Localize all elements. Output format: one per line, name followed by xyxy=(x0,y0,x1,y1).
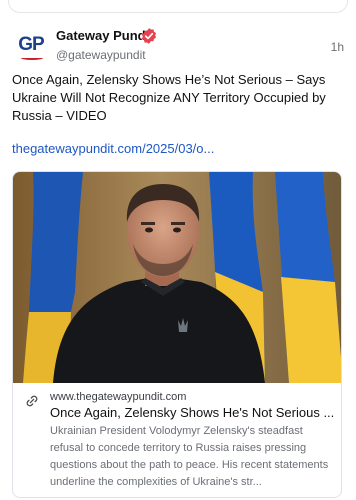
link-preview-image[interactable] xyxy=(13,172,341,383)
post-link[interactable]: thegatewaypundit.com/2025/03/o... xyxy=(12,140,346,158)
link-preview-description: Ukrainian President Volodymyr Zelensky's… xyxy=(50,425,329,488)
logo-swoosh-icon xyxy=(21,56,43,60)
post-text: Once Again, Zelensky Shows He’s Not Seri… xyxy=(12,72,326,123)
previous-post-frame xyxy=(8,0,348,13)
verified-badge-icon xyxy=(141,28,157,44)
post-header: GP Gateway Pundit @gatewaypundit 1h xyxy=(12,28,344,68)
link-icon xyxy=(26,395,38,407)
post-timestamp[interactable]: 1h xyxy=(331,40,344,54)
link-preview-card[interactable]: www.thegatewaypundit.com Once Again, Zel… xyxy=(12,171,342,498)
avatar-logo-text: GP xyxy=(18,34,44,55)
author-name[interactable]: Gateway Pundit xyxy=(56,28,154,43)
link-preview-title[interactable]: Once Again, Zelensky Shows He's Not Seri… xyxy=(50,405,336,420)
post[interactable]: GP Gateway Pundit @gatewaypundit 1h Once… xyxy=(0,14,356,500)
avatar[interactable]: GP xyxy=(12,28,50,66)
author-handle[interactable]: @gatewaypundit xyxy=(56,48,146,62)
link-preview-domain: www.thegatewaypundit.com xyxy=(50,391,187,403)
link-preview-details: www.thegatewaypundit.com Once Again, Zel… xyxy=(13,383,341,497)
